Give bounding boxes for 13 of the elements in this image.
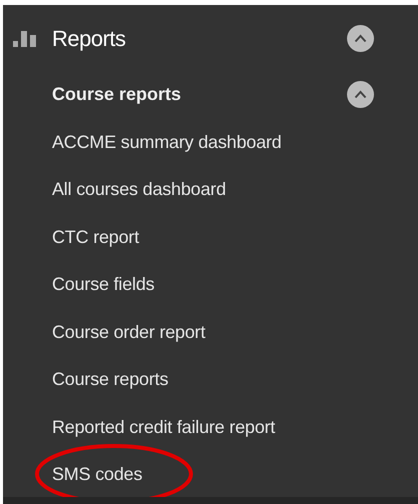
section-title[interactable]: Course reports — [52, 81, 182, 108]
menu-link[interactable]: Course fields — [52, 271, 154, 298]
menu-link[interactable]: ACCME summary dashboard — [52, 128, 282, 156]
menu-link[interactable]: Reported credit failure report — [52, 414, 276, 441]
menu-link[interactable]: Course reports — [52, 366, 168, 394]
chevron-up-icon — [354, 34, 367, 42]
menu-title[interactable]: Reports — [52, 22, 126, 54]
collapse-toggle[interactable] — [347, 24, 374, 52]
collapse-toggle[interactable] — [347, 81, 374, 108]
chevron-up-icon — [354, 90, 367, 100]
menu-link[interactable]: All courses dashboard — [52, 176, 226, 204]
menu-link[interactable]: CTC report — [52, 224, 140, 251]
menu-link[interactable]: Course order report — [52, 318, 206, 346]
